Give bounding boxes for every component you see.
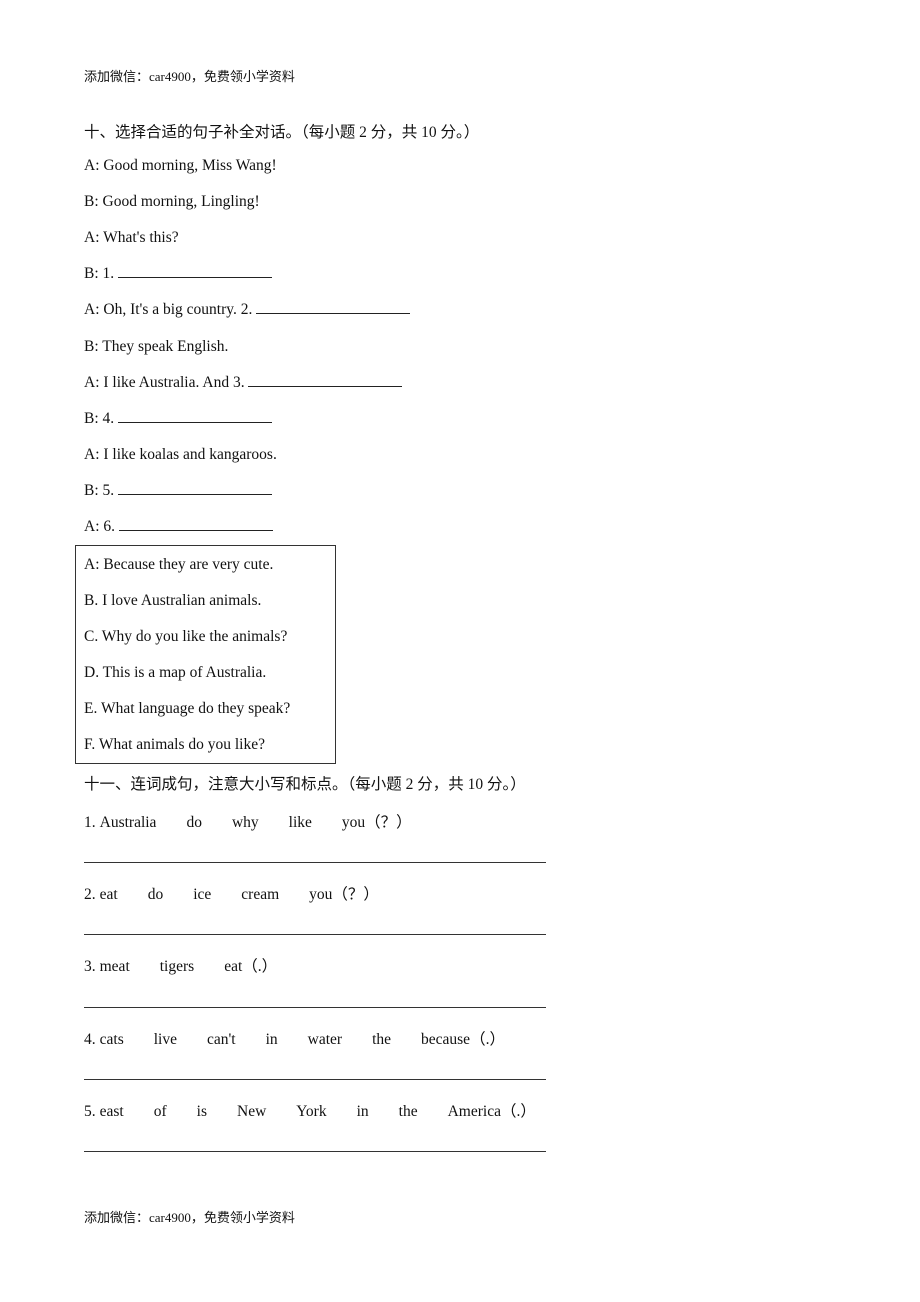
dialogue-text: B: They speak English.	[84, 338, 229, 355]
scrambled-word: you（？）	[341, 814, 412, 831]
scrambled-word: New	[237, 1103, 267, 1120]
scrambled-word: do	[147, 886, 164, 903]
dialogue-line: B: 5.	[84, 482, 273, 500]
scrambled-word: in	[356, 1103, 369, 1120]
footer-note: 添加微信：car4900，免费领小学资料	[84, 1210, 295, 1225]
dialogue-text: A: Oh, It's a big country. 2.	[84, 301, 257, 318]
answer-blank-1[interactable]	[118, 265, 273, 278]
question-number: 3.	[84, 958, 96, 975]
dialogue-text: A: Good morning, Miss Wang!	[84, 157, 277, 174]
word-prompt: 1. Australia do why like you（？）	[84, 810, 412, 832]
option-d: D. This is a map of Australia.	[84, 664, 267, 681]
dialogue-line: A: Good morning, Miss Wang!	[84, 157, 277, 175]
options-box: A: Because they are very cute. B. I love…	[75, 545, 336, 764]
scrambled-word: can't	[206, 1031, 236, 1048]
scrambled-word: ice	[193, 886, 212, 903]
dialogue-text: B: 4.	[84, 410, 119, 427]
scrambled-word: cream	[241, 886, 280, 903]
scrambled-word: like	[288, 814, 312, 831]
answer-blank-3[interactable]	[248, 374, 403, 387]
scrambled-word: York	[296, 1103, 327, 1120]
answer-blank-2[interactable]	[256, 301, 411, 314]
scrambled-word: why	[231, 814, 259, 831]
answer-line[interactable]	[84, 1079, 546, 1080]
scrambled-word: of	[153, 1103, 167, 1120]
answer-line[interactable]	[84, 934, 546, 935]
scrambled-word: in	[265, 1031, 278, 1048]
dialogue-text: B: 1.	[84, 265, 119, 282]
scrambled-word: cats	[99, 1031, 124, 1048]
answer-blank-6[interactable]	[118, 518, 273, 531]
scrambled-word: do	[186, 814, 202, 831]
dialogue-line: B: 4.	[84, 410, 273, 428]
dialogue-text: A: What's this?	[84, 229, 179, 246]
dialogue-text: A: I like koalas and kangaroos.	[84, 446, 277, 463]
dialogue-line: B: Good morning, Lingling!	[84, 193, 260, 211]
scrambled-word: is	[196, 1103, 207, 1120]
dialogue-line: A: I like koalas and kangaroos.	[84, 446, 277, 464]
dialogue-text: A: I like Australia. And 3.	[84, 374, 249, 391]
option-c: C. Why do you like the animals?	[84, 628, 288, 645]
word-prompt: 4. cats live can't in water the because（.）	[84, 1027, 505, 1049]
dialogue-line: A: Oh, It's a big country. 2.	[84, 301, 411, 319]
dialogue-line: B: 1.	[84, 265, 273, 283]
answer-line[interactable]	[84, 1007, 546, 1008]
scrambled-word: water	[307, 1031, 343, 1048]
header-note: 添加微信：car4900，免费领小学资料	[84, 69, 295, 84]
scrambled-word: America（.）	[447, 1103, 536, 1120]
option-a: A: Because they are very cute.	[84, 556, 274, 573]
scrambled-word: east	[99, 1103, 124, 1120]
answer-line[interactable]	[84, 1151, 546, 1152]
word-prompt: 5. east of is New York in the America（.）	[84, 1099, 536, 1121]
dialogue-text: A: 6.	[84, 518, 119, 535]
dialogue-text: B: 5.	[84, 482, 119, 499]
scrambled-word: eat	[99, 886, 118, 903]
dialogue-line: B: They speak English.	[84, 338, 228, 356]
section-11-title: 十一、连词成句，注意大小写和标点。（每小题 2 分，共 10 分。）	[84, 776, 526, 793]
option-b: B. I love Australian animals.	[84, 592, 262, 609]
scrambled-word: meat	[99, 958, 130, 975]
scrambled-word: the	[372, 1031, 392, 1048]
scrambled-word: eat（.）	[224, 958, 278, 975]
dialogue-text: B: Good morning, Lingling!	[84, 193, 260, 210]
answer-blank-4[interactable]	[118, 410, 273, 423]
question-number: 5.	[84, 1103, 96, 1120]
scrambled-word: tigers	[159, 958, 195, 975]
answer-blank-5[interactable]	[118, 482, 273, 495]
option-f: F. What animals do you like?	[84, 736, 265, 753]
word-prompt: 3. meat tigers eat（.）	[84, 954, 277, 976]
dialogue-line: A: 6.	[84, 518, 273, 536]
section-10-title: 十、选择合适的句子补全对话。（每小题 2 分，共 10 分。）	[84, 124, 480, 141]
question-number: 2.	[84, 886, 96, 903]
scrambled-word: live	[153, 1031, 177, 1048]
question-number: 1.	[84, 814, 96, 831]
dialogue-line: A: I like Australia. And 3.	[84, 374, 403, 392]
question-number: 4.	[84, 1031, 96, 1048]
word-prompt: 2. eat do ice cream you（？）	[84, 882, 379, 904]
dialogue-line: A: What's this?	[84, 229, 179, 247]
answer-line[interactable]	[84, 862, 546, 863]
scrambled-word: you（？）	[309, 886, 379, 903]
option-e: E. What language do they speak?	[84, 700, 291, 717]
scrambled-word: the	[398, 1103, 418, 1120]
scrambled-word: because（.）	[421, 1031, 505, 1048]
scrambled-word: Australia	[99, 814, 157, 831]
